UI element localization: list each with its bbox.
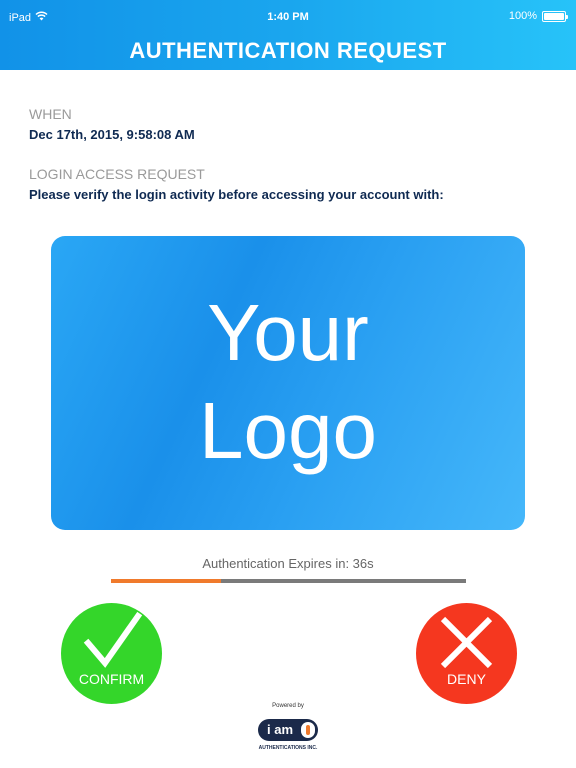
close-icon (440, 616, 493, 669)
battery-icon (542, 10, 568, 22)
iam-logo: i am (258, 719, 318, 741)
iam-logo-text: i am (267, 722, 294, 737)
battery-percent: 100% (508, 10, 537, 22)
login-request-label: LOGIN ACCESS REQUEST (29, 166, 205, 182)
confirm-label: CONFIRM (78, 671, 145, 687)
powered-by-text: Powered by (272, 703, 304, 709)
app-logo-card: Your Logo (51, 236, 525, 530)
expiry-text: Authentication Expires in: 36s (202, 556, 374, 571)
logo-line-1: Your (207, 288, 369, 377)
page-title: AUTHENTICATION REQUEST (129, 38, 447, 63)
app-header: iPad 1:40 PM 100% AUTHENTICATION REQUEST (0, 0, 576, 70)
when-label: WHEN (29, 106, 72, 122)
expiry-progress-bar (111, 579, 466, 583)
person-icon (301, 722, 315, 738)
deny-label: DENY (447, 671, 486, 687)
deny-button[interactable]: DENY (416, 603, 517, 704)
company-name: AUTHENTICATIONS INC. (258, 745, 318, 751)
login-request-value: Please verify the login activity before … (29, 187, 444, 202)
when-value: Dec 17th, 2015, 9:58:08 AM (29, 127, 195, 142)
confirm-button[interactable]: CONFIRM (61, 603, 162, 704)
logo-line-2: Logo (199, 386, 377, 475)
status-bar: iPad 1:40 PM 100% (0, 0, 576, 32)
expiry-progress-fill (111, 579, 222, 583)
checkmark-icon (83, 611, 143, 668)
status-time: 1:40 PM (267, 11, 309, 23)
